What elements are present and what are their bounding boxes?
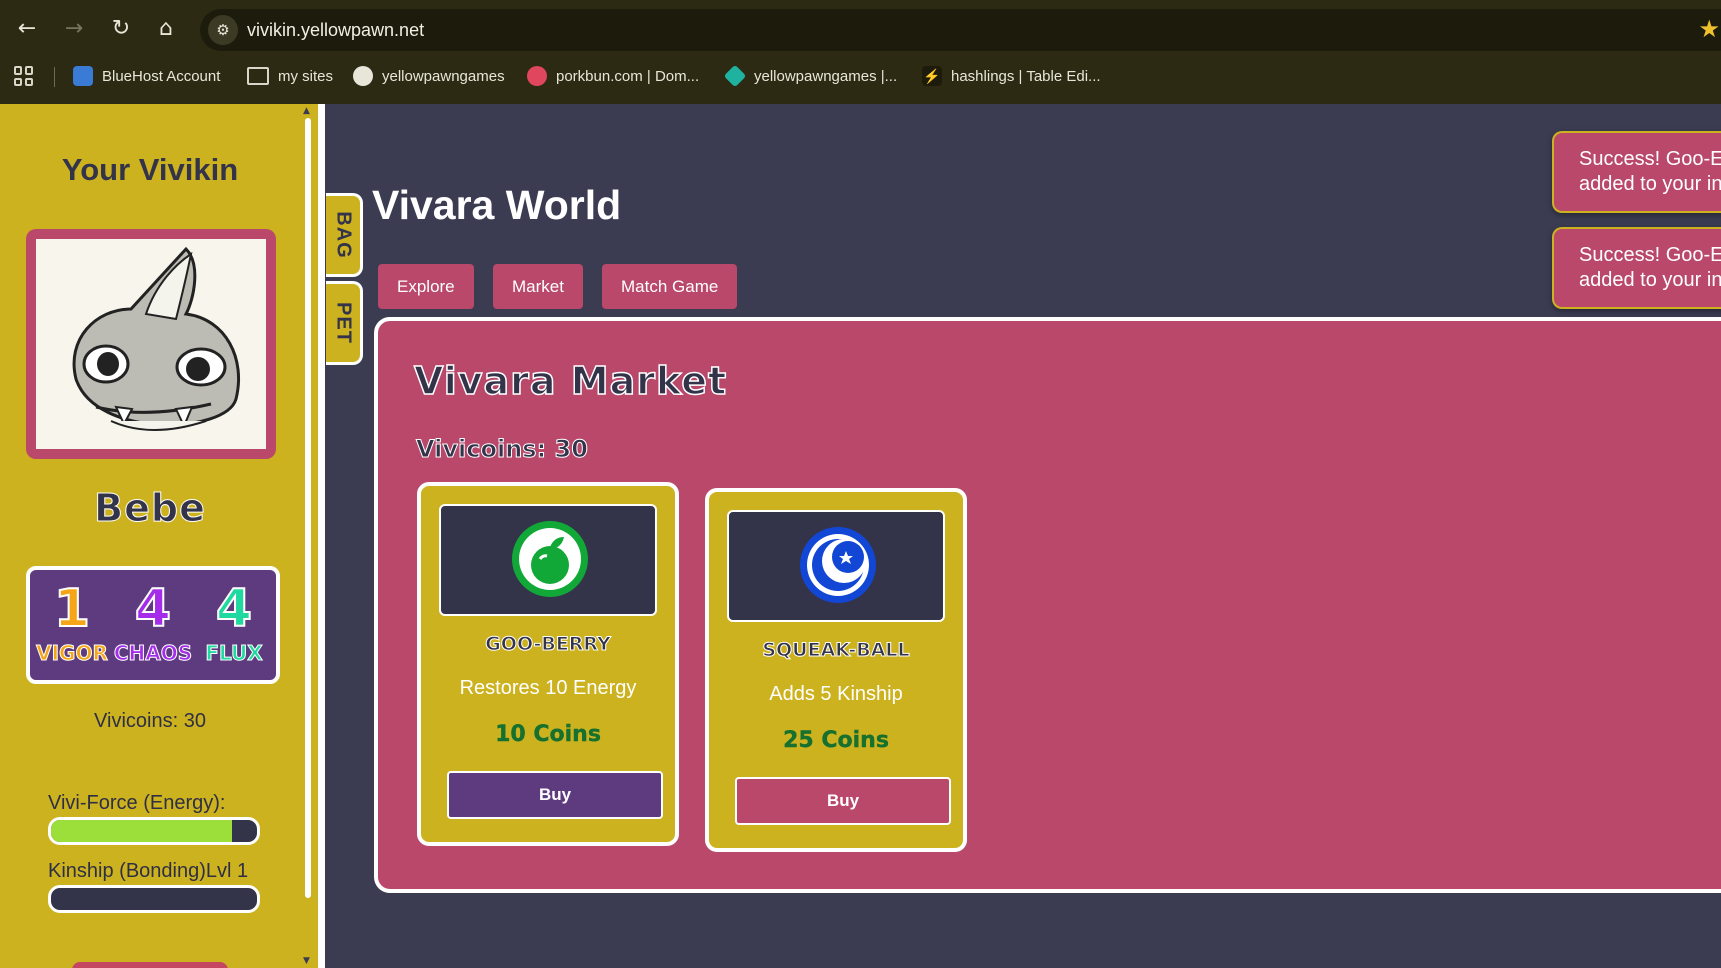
bookmark-label: porkbun.com | Dom... (556, 67, 700, 85)
item-price: 10 Coins (495, 722, 601, 747)
bookmarks-bar: BlueHost Account my sites yellowpawngame… (0, 58, 1721, 94)
tab-pet[interactable]: PET (326, 281, 363, 365)
tab-bag[interactable]: BAG (326, 193, 363, 277)
apps-grid-icon[interactable] (14, 66, 34, 86)
market-button[interactable]: Market (493, 264, 583, 309)
site-info-icon[interactable]: ⚙ (208, 15, 238, 45)
market-panel: Vivara Market Vivicoins: 30 GOO-BERRY Re… (374, 317, 1721, 893)
panel-divider (318, 104, 325, 968)
bookmark-label: yellowpawngames (382, 67, 505, 85)
scroll-up-icon[interactable]: ▲ (303, 106, 310, 116)
url-text[interactable]: vivikin.yellowpawn.net (247, 20, 424, 41)
scrollbar-thumb[interactable] (305, 118, 311, 898)
item-image-box (439, 504, 657, 616)
success-toast[interactable]: Success! Goo-E added to your in (1552, 227, 1721, 309)
stat-vigor: 1 VIGOR (32, 578, 112, 666)
market-title: Vivara Market (413, 358, 728, 404)
item-name: GOO-BERRY (485, 633, 612, 656)
energy-label: Vivi-Force (Energy): (48, 792, 226, 814)
tab-bag-label: BAG (332, 211, 355, 259)
stat-vigor-label: VIGOR (36, 641, 109, 666)
item-price: 25 Coins (783, 728, 889, 753)
item-description: Restores 10 Energy (459, 677, 637, 699)
kinship-bar (48, 885, 260, 913)
buy-goo-berry-button[interactable]: Buy (447, 771, 663, 819)
toast-line: added to your in (1579, 173, 1721, 195)
grid-icon (73, 66, 93, 86)
toast-line: Success! Goo-E (1579, 148, 1721, 170)
sidebar-action-button[interactable] (72, 962, 228, 968)
market-item-card: SQUEAK-BALL Adds 5 Kinship 25 Coins Buy (705, 488, 967, 852)
pet-stats-box: 1 VIGOR 4 CHAOS 4 FLUX (26, 566, 280, 684)
pet-portrait (36, 239, 266, 449)
folder-icon (247, 67, 269, 85)
bookmark-label: hashlings | Table Edi... (951, 67, 1101, 85)
energy-bar-fill (51, 820, 233, 842)
moon-ball-icon (800, 527, 876, 603)
buy-squeak-ball-button[interactable]: Buy (735, 777, 951, 825)
bookmark-my-sites[interactable]: my sites (247, 64, 333, 88)
bookmarks-divider (54, 67, 55, 87)
item-image-box (727, 510, 945, 622)
home-icon[interactable]: ⌂ (151, 14, 181, 44)
stat-chaos-value: 4 (134, 578, 172, 640)
sidebar-title: Your Vivikin (61, 152, 239, 187)
diamond-icon (723, 64, 747, 88)
market-item-card: GOO-BERRY Restores 10 Energy 10 Coins Bu… (417, 482, 679, 846)
pet-portrait-frame (26, 229, 276, 459)
bookmark-label: my sites (278, 67, 334, 85)
bookmark-label: BlueHost Account (102, 67, 221, 85)
success-toast[interactable]: Success! Goo-E added to your in (1552, 131, 1721, 213)
stat-flux: 4 FLUX (194, 578, 274, 666)
forward-icon[interactable]: → (59, 14, 89, 44)
explore-button[interactable]: Explore (378, 264, 474, 309)
stat-flux-value: 4 (215, 578, 253, 640)
pet-sidebar: Your Vivikin Bebe 1 VIGOR 4 CHAOS 4 FLUX… (0, 104, 300, 968)
bookmark-bluehost[interactable]: BlueHost Account (73, 64, 220, 88)
toast-line: added to your in (1579, 269, 1721, 291)
bookmark-porkbun[interactable]: porkbun.com | Dom... (527, 64, 699, 88)
page-title: Vivara World (372, 182, 622, 228)
back-icon[interactable]: ← (12, 14, 42, 44)
bolt-icon: ⚡ (922, 66, 942, 86)
market-coins: Vivicoins: 30 (416, 435, 589, 464)
kinship-label: Kinship (Bonding)Lvl 1 (48, 860, 249, 882)
item-description: Adds 5 Kinship (769, 683, 903, 705)
stat-flux-label: FLUX (205, 641, 263, 666)
bookmark-hashlings[interactable]: ⚡ hashlings | Table Edi... (922, 64, 1101, 88)
tab-pet-label: PET (332, 302, 355, 344)
stat-vigor-value: 1 (53, 578, 91, 640)
toast-message: Success! Goo-E added to your in (1579, 147, 1721, 197)
pet-creature-illustration (72, 246, 241, 431)
pet-name: Bebe (94, 486, 206, 531)
sidebar-coins: Vivicoins: 30 (94, 710, 206, 732)
bookmark-yellowpawngames[interactable]: yellowpawngames |... (723, 64, 898, 88)
bookmark-label: yellowpawngames |... (754, 67, 898, 85)
stat-chaos-label: CHAOS (113, 641, 193, 666)
match-game-button[interactable]: Match Game (602, 264, 738, 309)
stat-chaos: 4 CHAOS (113, 578, 193, 666)
address-bar[interactable]: ⚙ vivikin.yellowpawn.net ★ (200, 9, 1721, 51)
reload-icon[interactable]: ↻ (106, 14, 136, 44)
github-icon (353, 66, 373, 86)
scroll-down-icon[interactable]: ▼ (303, 956, 310, 966)
energy-bar (48, 817, 260, 845)
toast-message: Success! Goo-E added to your in (1579, 243, 1721, 293)
bookmark-github[interactable]: yellowpawngames (353, 64, 505, 88)
browser-chrome: ← → ↻ ⌂ ⚙ vivikin.yellowpawn.net ★ BlueH… (0, 0, 1721, 104)
sidebar-scrollbar[interactable]: ▲ ▼ (300, 104, 318, 968)
apple-icon (512, 521, 588, 597)
toast-line: Success! Goo-E (1579, 244, 1721, 266)
porkbun-icon (527, 66, 547, 86)
item-name: SQUEAK-BALL (762, 639, 910, 662)
bookmark-star-icon[interactable]: ★ (1698, 15, 1720, 43)
